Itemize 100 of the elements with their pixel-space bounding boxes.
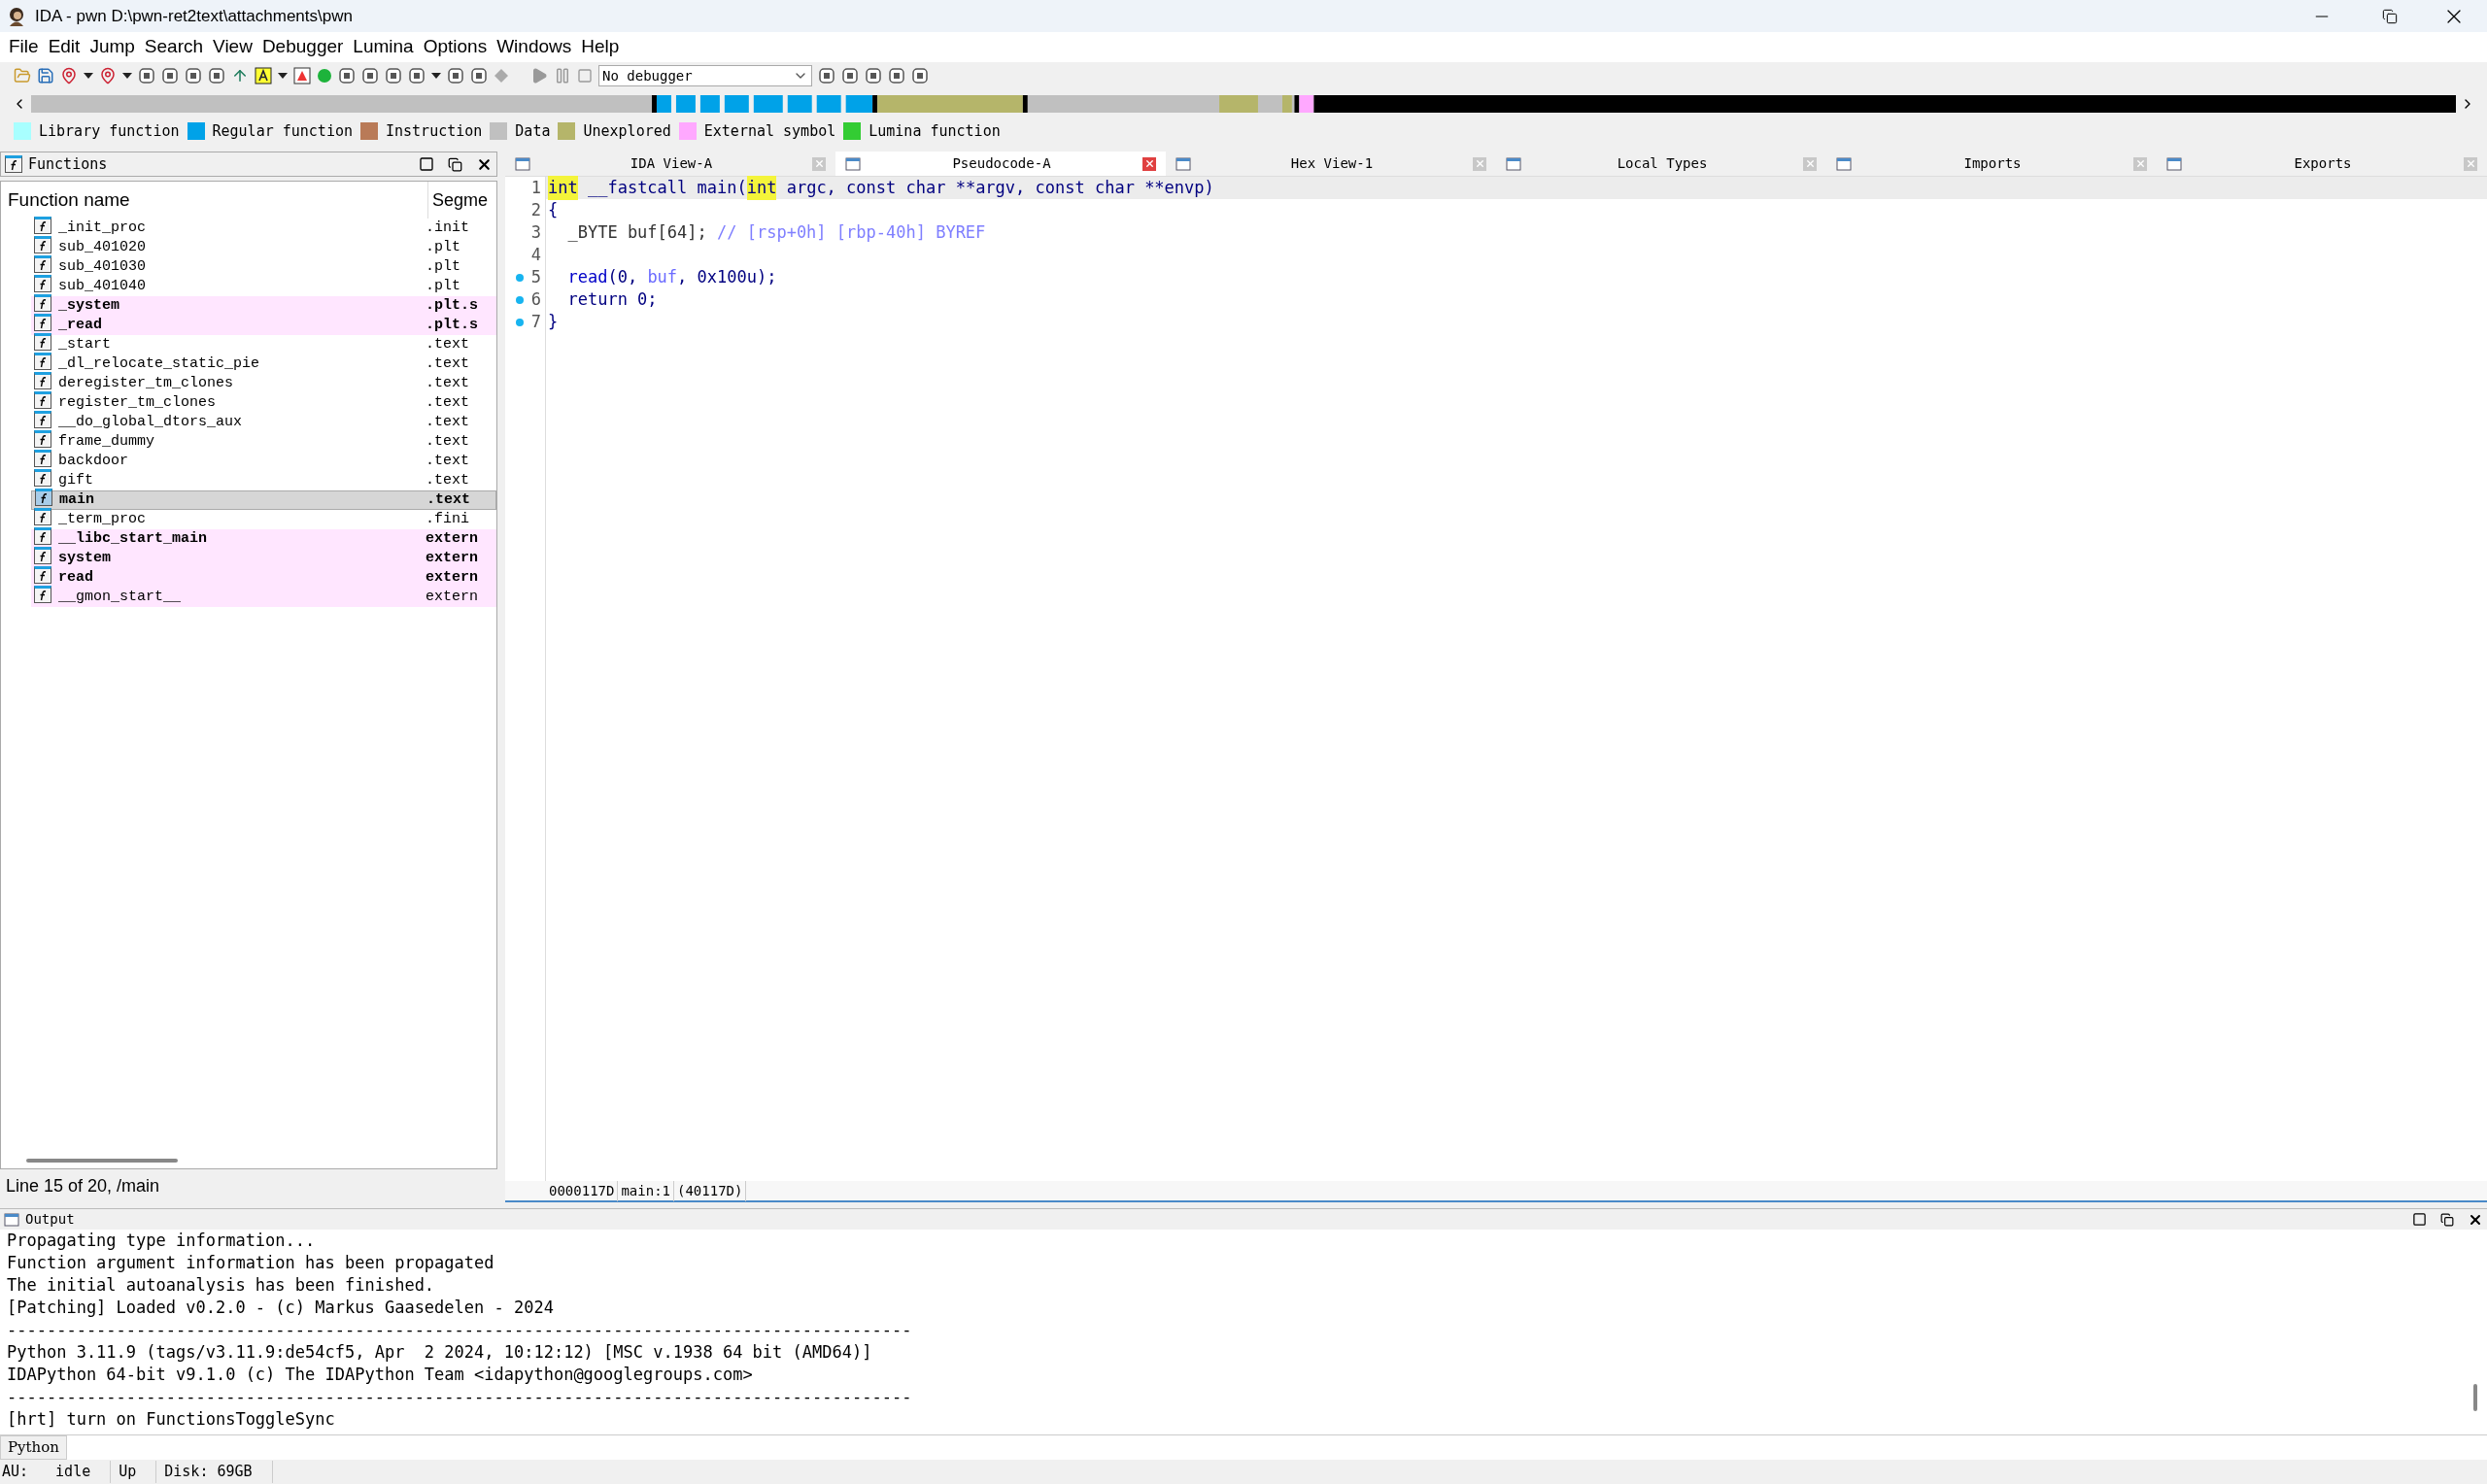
function-icon [34,314,51,331]
function-row[interactable]: __libc_start_main extern [31,529,496,549]
output-line: ------------------------------------------------------------------------------------------- [7,1319,913,1341]
segment-name: extern [426,567,479,588]
menu-item[interactable]: Search [139,33,209,61]
legend-label: Regular function [212,120,353,142]
window-title: IDA - pwn D:\pwn-ret2text\attachments\pwn [35,5,353,27]
function-row[interactable]: _dl_relocate_static_pie .text [31,354,496,374]
legend-label: External symbol [703,120,836,142]
code-line: { [547,199,560,221]
segment-name: extern [426,528,479,549]
function-icon [34,586,51,603]
caret-icon[interactable] [278,73,288,79]
tab-close-icon[interactable] [1142,156,1156,171]
output-line: Function argument information has been propagated [7,1252,495,1274]
legend-label: Unexplored [583,120,671,142]
letter-icon[interactable] [255,67,272,84]
output-line: Python 3.11.9 (tags/v3.11.9:de54cf5, Apr 2 2024, 10:12:12) [MSC v.1938 64 bit (AMD64)] [7,1341,873,1364]
function-row[interactable]: system extern [31,549,496,568]
panel-title: Functions [28,153,109,175]
pin-icon[interactable] [99,67,117,84]
menu-item[interactable]: Lumina [348,33,419,61]
function-name: _term_proc [57,509,147,529]
menu-item[interactable]: Jump [85,33,140,61]
function-row[interactable]: register_tm_clones .text [31,393,496,413]
code-line: return 0; [566,288,659,311]
menu-item[interactable]: Edit [43,33,85,61]
status-text: Line 15 of 20, /main [6,1174,160,1197]
output-line: Propagating type information... [7,1230,317,1252]
language-button[interactable]: Python [0,1435,67,1460]
tab-label: Imports [1962,154,2023,173]
code-line: _BYTE buf[64]; // [rsp+0h] [rbp-40h] BYREF [566,221,987,244]
segment-name: .plt [426,237,461,257]
legend-label: Library function [39,120,180,142]
function-icon [34,430,51,448]
function-row[interactable]: _start .text [31,335,496,354]
save-icon[interactable] [37,67,54,84]
caret-icon[interactable] [122,73,132,79]
status-field: AU: [2,1461,49,1483]
restore-icon[interactable] [2382,8,2398,24]
function-name: _system [57,295,120,316]
tab-icon [515,155,530,172]
segment-name: .text [426,354,470,374]
status-field: Up [119,1461,157,1483]
function-name: _dl_relocate_static_pie [57,354,261,374]
function-row[interactable]: sub_401030 .plt [31,257,496,277]
function-row[interactable]: __gmon_start__ extern [31,588,496,607]
output-line: [Patching] Loaded v0.2.0 - (c) Markus Gaasedelen - 2024 [7,1297,555,1319]
function-row[interactable]: read extern [31,568,496,588]
legend-label: Instruction [386,120,483,142]
caret-icon[interactable] [84,73,93,79]
menu-item[interactable]: View [208,33,257,61]
segment-name: .text [426,373,470,393]
function-icon [5,155,22,173]
menu-item[interactable]: Options [418,33,493,61]
function-row[interactable]: _read .plt.s [31,316,496,335]
function-row[interactable]: backdoor .text [31,452,496,471]
scrollbar-thumb[interactable] [2473,1384,2477,1411]
function-row[interactable]: _init_proc .init [31,219,496,238]
segment-name: .text [426,392,470,413]
line-number: 7 [530,310,541,333]
function-name: gift [57,470,94,490]
function-row[interactable]: _system .plt.s [31,296,496,316]
line-number: 4 [530,243,541,266]
scrollbar-thumb[interactable] [26,1159,178,1163]
pin-icon[interactable] [60,67,78,84]
tab-label: Local Types [1616,154,1709,173]
function-row[interactable]: sub_401020 .plt [31,238,496,257]
function-icon [34,333,51,351]
function-row[interactable]: gift .text [31,471,496,490]
function-name: sub_401020 [57,237,147,257]
tab-label: IDA View-A [629,154,714,173]
maximize-icon[interactable] [419,156,434,172]
segment-name: .init [426,218,470,238]
tab[interactable]: Pseudocode-A [835,152,1166,177]
output-line: IDAPython 64-bit v9.1.0 (c) The IDAPython Team <idapython@googlegroups.com> [7,1364,754,1386]
float-icon[interactable] [448,156,462,172]
float-icon[interactable] [2440,1212,2454,1227]
function-row[interactable]: _term_proc .fini [31,510,496,529]
menu-item[interactable]: Debugger [256,33,349,61]
maximize-icon[interactable] [2412,1212,2427,1227]
menu-item[interactable]: Help [576,33,625,61]
tab-icon [1506,155,1521,172]
menu-item[interactable]: Windows [492,33,577,61]
function-row[interactable]: __do_global_dtors_aux .text [31,413,496,432]
menu-item[interactable]: File [4,33,44,61]
function-row[interactable]: sub_401040 .plt [31,277,496,296]
function-icon [34,236,51,253]
caret-icon[interactable] [431,73,441,79]
function-name: sub_401030 [57,256,147,277]
segment-name: .plt.s [426,315,479,335]
navigation-band-drawing[interactable] [31,95,2456,113]
column-header[interactable]: Segme [428,186,493,214]
function-row[interactable]: main .text [31,490,496,510]
function-name: frame_dummy [57,431,156,452]
debugger-select[interactable]: No debugger [598,65,812,86]
function-icon [34,566,51,584]
function-row[interactable]: deregister_tm_clones .text [31,374,496,393]
tab-icon [845,155,861,172]
function-row[interactable]: frame_dummy .text [31,432,496,452]
